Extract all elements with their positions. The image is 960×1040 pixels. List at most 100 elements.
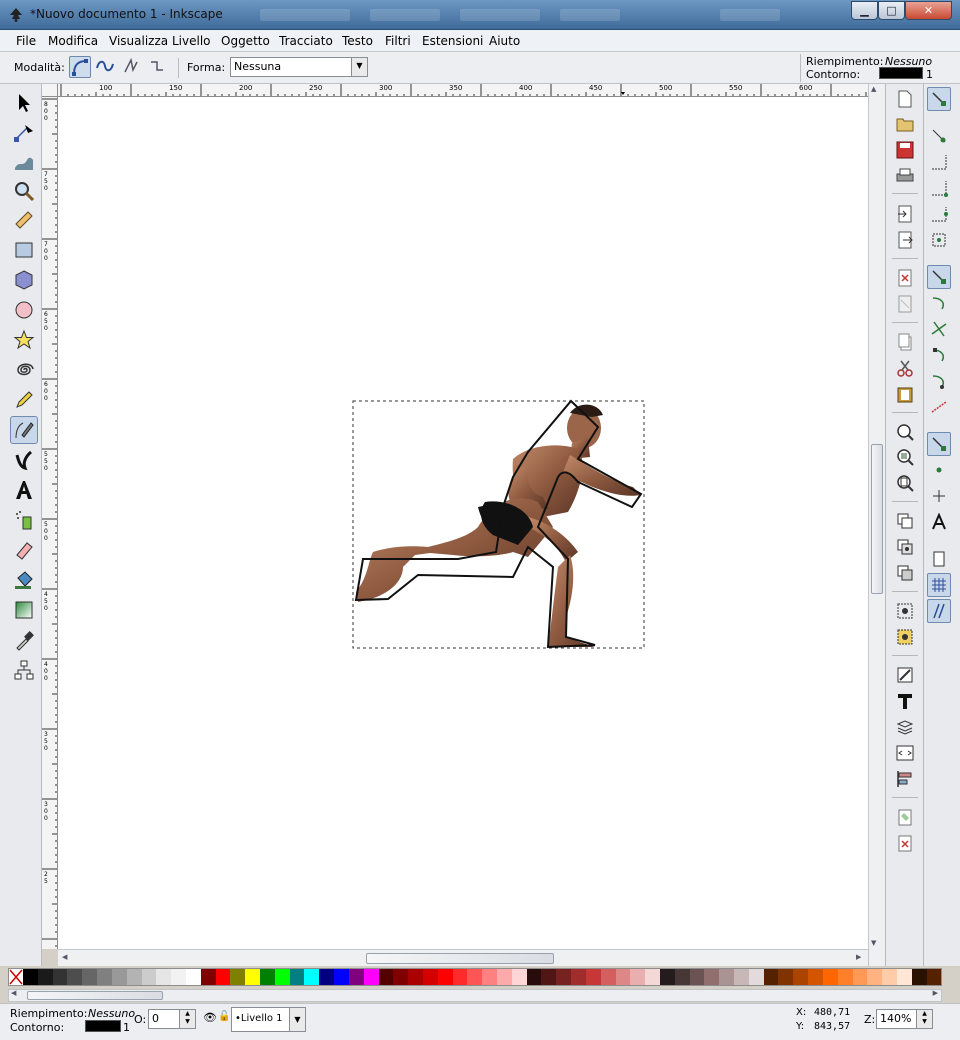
status-fill-value[interactable]: Nessuno bbox=[88, 1007, 135, 1020]
color-swatch[interactable] bbox=[541, 969, 557, 985]
menu-filtri[interactable]: Filtri bbox=[385, 34, 411, 48]
snap-bbox-edge-toggle[interactable] bbox=[927, 150, 951, 174]
undo-button[interactable] bbox=[895, 268, 915, 288]
snap-enable-toggle[interactable] bbox=[927, 87, 951, 111]
current-layer-select[interactable]: •Livello 1 ▼ bbox=[231, 1007, 306, 1032]
color-swatch[interactable] bbox=[437, 969, 453, 985]
color-swatch[interactable] bbox=[867, 969, 883, 985]
gradient-tool[interactable] bbox=[10, 596, 38, 624]
snap-others-toggle[interactable] bbox=[927, 432, 951, 456]
color-swatch[interactable] bbox=[571, 969, 586, 985]
shape-select[interactable]: Nessuna ▼ bbox=[230, 57, 368, 77]
measure-tool[interactable] bbox=[10, 206, 38, 234]
cut-button[interactable] bbox=[895, 358, 915, 378]
menu-aiuto[interactable]: Aiuto bbox=[489, 34, 520, 48]
text-tool[interactable] bbox=[10, 476, 38, 504]
color-swatch[interactable] bbox=[808, 969, 823, 985]
color-swatch[interactable] bbox=[674, 969, 690, 985]
scroll-right-arrow-icon[interactable]: ▶ bbox=[856, 953, 861, 961]
color-swatch[interactable] bbox=[23, 969, 38, 985]
color-swatch[interactable] bbox=[126, 969, 142, 985]
spiral-tool[interactable] bbox=[10, 356, 38, 384]
scroll-up-arrow-icon[interactable]: ▲ bbox=[871, 85, 876, 93]
color-swatch[interactable] bbox=[556, 969, 572, 985]
import-button[interactable] bbox=[895, 204, 915, 224]
layer-visibility-eye-icon[interactable]: 👁 bbox=[203, 1011, 217, 1024]
color-swatch[interactable] bbox=[645, 969, 660, 985]
snap-rotation-center-toggle[interactable] bbox=[927, 484, 951, 508]
color-swatch[interactable] bbox=[882, 969, 897, 985]
status-stroke-swatch[interactable] bbox=[85, 1020, 121, 1032]
snap-paths-toggle[interactable] bbox=[927, 291, 951, 315]
ungroup-button[interactable] bbox=[895, 627, 915, 647]
rectangle-tool[interactable] bbox=[10, 236, 38, 264]
color-swatch[interactable] bbox=[274, 969, 290, 985]
color-swatch[interactable] bbox=[37, 969, 53, 985]
snap-grid-toggle[interactable] bbox=[927, 573, 951, 597]
snap-nodes-toggle[interactable] bbox=[927, 265, 951, 289]
color-swatch[interactable] bbox=[348, 969, 364, 985]
zoom-spinbox[interactable]: 140% ▲ ▼ bbox=[876, 1009, 933, 1029]
color-swatch[interactable] bbox=[422, 969, 438, 985]
color-swatch[interactable] bbox=[689, 969, 705, 985]
color-swatch[interactable] bbox=[630, 969, 646, 985]
text-font-button[interactable] bbox=[895, 691, 915, 711]
color-swatch[interactable] bbox=[334, 969, 349, 985]
paint-bucket-tool[interactable] bbox=[10, 566, 38, 594]
spinner-arrows-icon[interactable]: ▲ ▼ bbox=[179, 1010, 195, 1028]
status-stroke-width[interactable]: 1 bbox=[123, 1021, 130, 1034]
fill-stroke-button[interactable] bbox=[895, 665, 915, 685]
align-distribute-button[interactable] bbox=[895, 769, 915, 789]
zoom-selection-button[interactable] bbox=[895, 422, 915, 442]
snap-bbox-center-toggle[interactable] bbox=[927, 228, 951, 252]
color-swatch[interactable] bbox=[215, 969, 231, 985]
opacity-spinbox[interactable]: 0 ▲ ▼ bbox=[148, 1009, 196, 1029]
selector-tool[interactable] bbox=[10, 89, 38, 117]
color-swatch[interactable] bbox=[452, 969, 468, 985]
stroke-color-swatch[interactable] bbox=[879, 67, 923, 79]
snap-object-center-toggle[interactable] bbox=[927, 458, 951, 482]
menu-estensioni[interactable]: Estensioni bbox=[422, 34, 483, 48]
color-swatch[interactable] bbox=[171, 969, 186, 985]
menu-visualizza[interactable]: Visualizza bbox=[109, 34, 168, 48]
node-tool[interactable] bbox=[10, 118, 38, 146]
snap-bbox-toggle[interactable] bbox=[927, 124, 951, 148]
color-swatch[interactable] bbox=[926, 969, 941, 985]
clone-button[interactable] bbox=[895, 537, 915, 557]
paste-button[interactable] bbox=[895, 384, 915, 404]
menu-modifica[interactable]: Modifica bbox=[48, 34, 98, 48]
color-swatch[interactable] bbox=[526, 969, 542, 985]
snap-bbox-corner-toggle[interactable] bbox=[927, 176, 951, 200]
unlink-clone-button[interactable] bbox=[895, 563, 915, 583]
color-swatch[interactable] bbox=[111, 969, 127, 985]
color-swatch[interactable] bbox=[763, 969, 779, 985]
color-swatch[interactable] bbox=[467, 969, 483, 985]
ruler-top[interactable]: 100 150 200 250 300 350 400 450 500 550 … bbox=[58, 84, 868, 97]
document-properties-button[interactable] bbox=[895, 833, 915, 853]
color-swatch[interactable] bbox=[911, 969, 927, 985]
zoom-page-button[interactable] bbox=[895, 473, 915, 493]
menu-oggetto[interactable]: Oggetto bbox=[221, 34, 270, 48]
color-swatch[interactable] bbox=[408, 969, 423, 985]
color-swatch[interactable] bbox=[97, 969, 112, 985]
color-swatch[interactable] bbox=[156, 969, 172, 985]
group-button[interactable] bbox=[895, 601, 915, 621]
snap-page-border-toggle[interactable] bbox=[927, 547, 951, 571]
color-swatch[interactable] bbox=[748, 969, 764, 985]
scroll-left-arrow-icon[interactable]: ◀ bbox=[11, 989, 16, 997]
mode-axis-button[interactable] bbox=[147, 56, 169, 78]
color-swatch[interactable] bbox=[363, 969, 379, 985]
menu-file[interactable]: File bbox=[16, 34, 36, 48]
color-swatch[interactable] bbox=[704, 969, 720, 985]
scroll-left-arrow-icon[interactable]: ◀ bbox=[62, 953, 67, 961]
mode-spiro-button[interactable] bbox=[95, 56, 117, 78]
maximize-button[interactable]: □ bbox=[878, 1, 905, 20]
color-swatch[interactable] bbox=[896, 969, 912, 985]
color-swatch[interactable] bbox=[659, 969, 675, 985]
color-swatch[interactable] bbox=[230, 969, 246, 985]
pencil-tool[interactable] bbox=[10, 386, 38, 414]
copy-button[interactable] bbox=[895, 332, 915, 352]
color-palette[interactable] bbox=[8, 968, 942, 986]
pen-tool[interactable] bbox=[10, 416, 38, 444]
ruler-left[interactable]: 8 0 0 7 5 0 7 0 0 6 5 0 6 0 0 5 5 0 5 0 … bbox=[42, 97, 58, 949]
